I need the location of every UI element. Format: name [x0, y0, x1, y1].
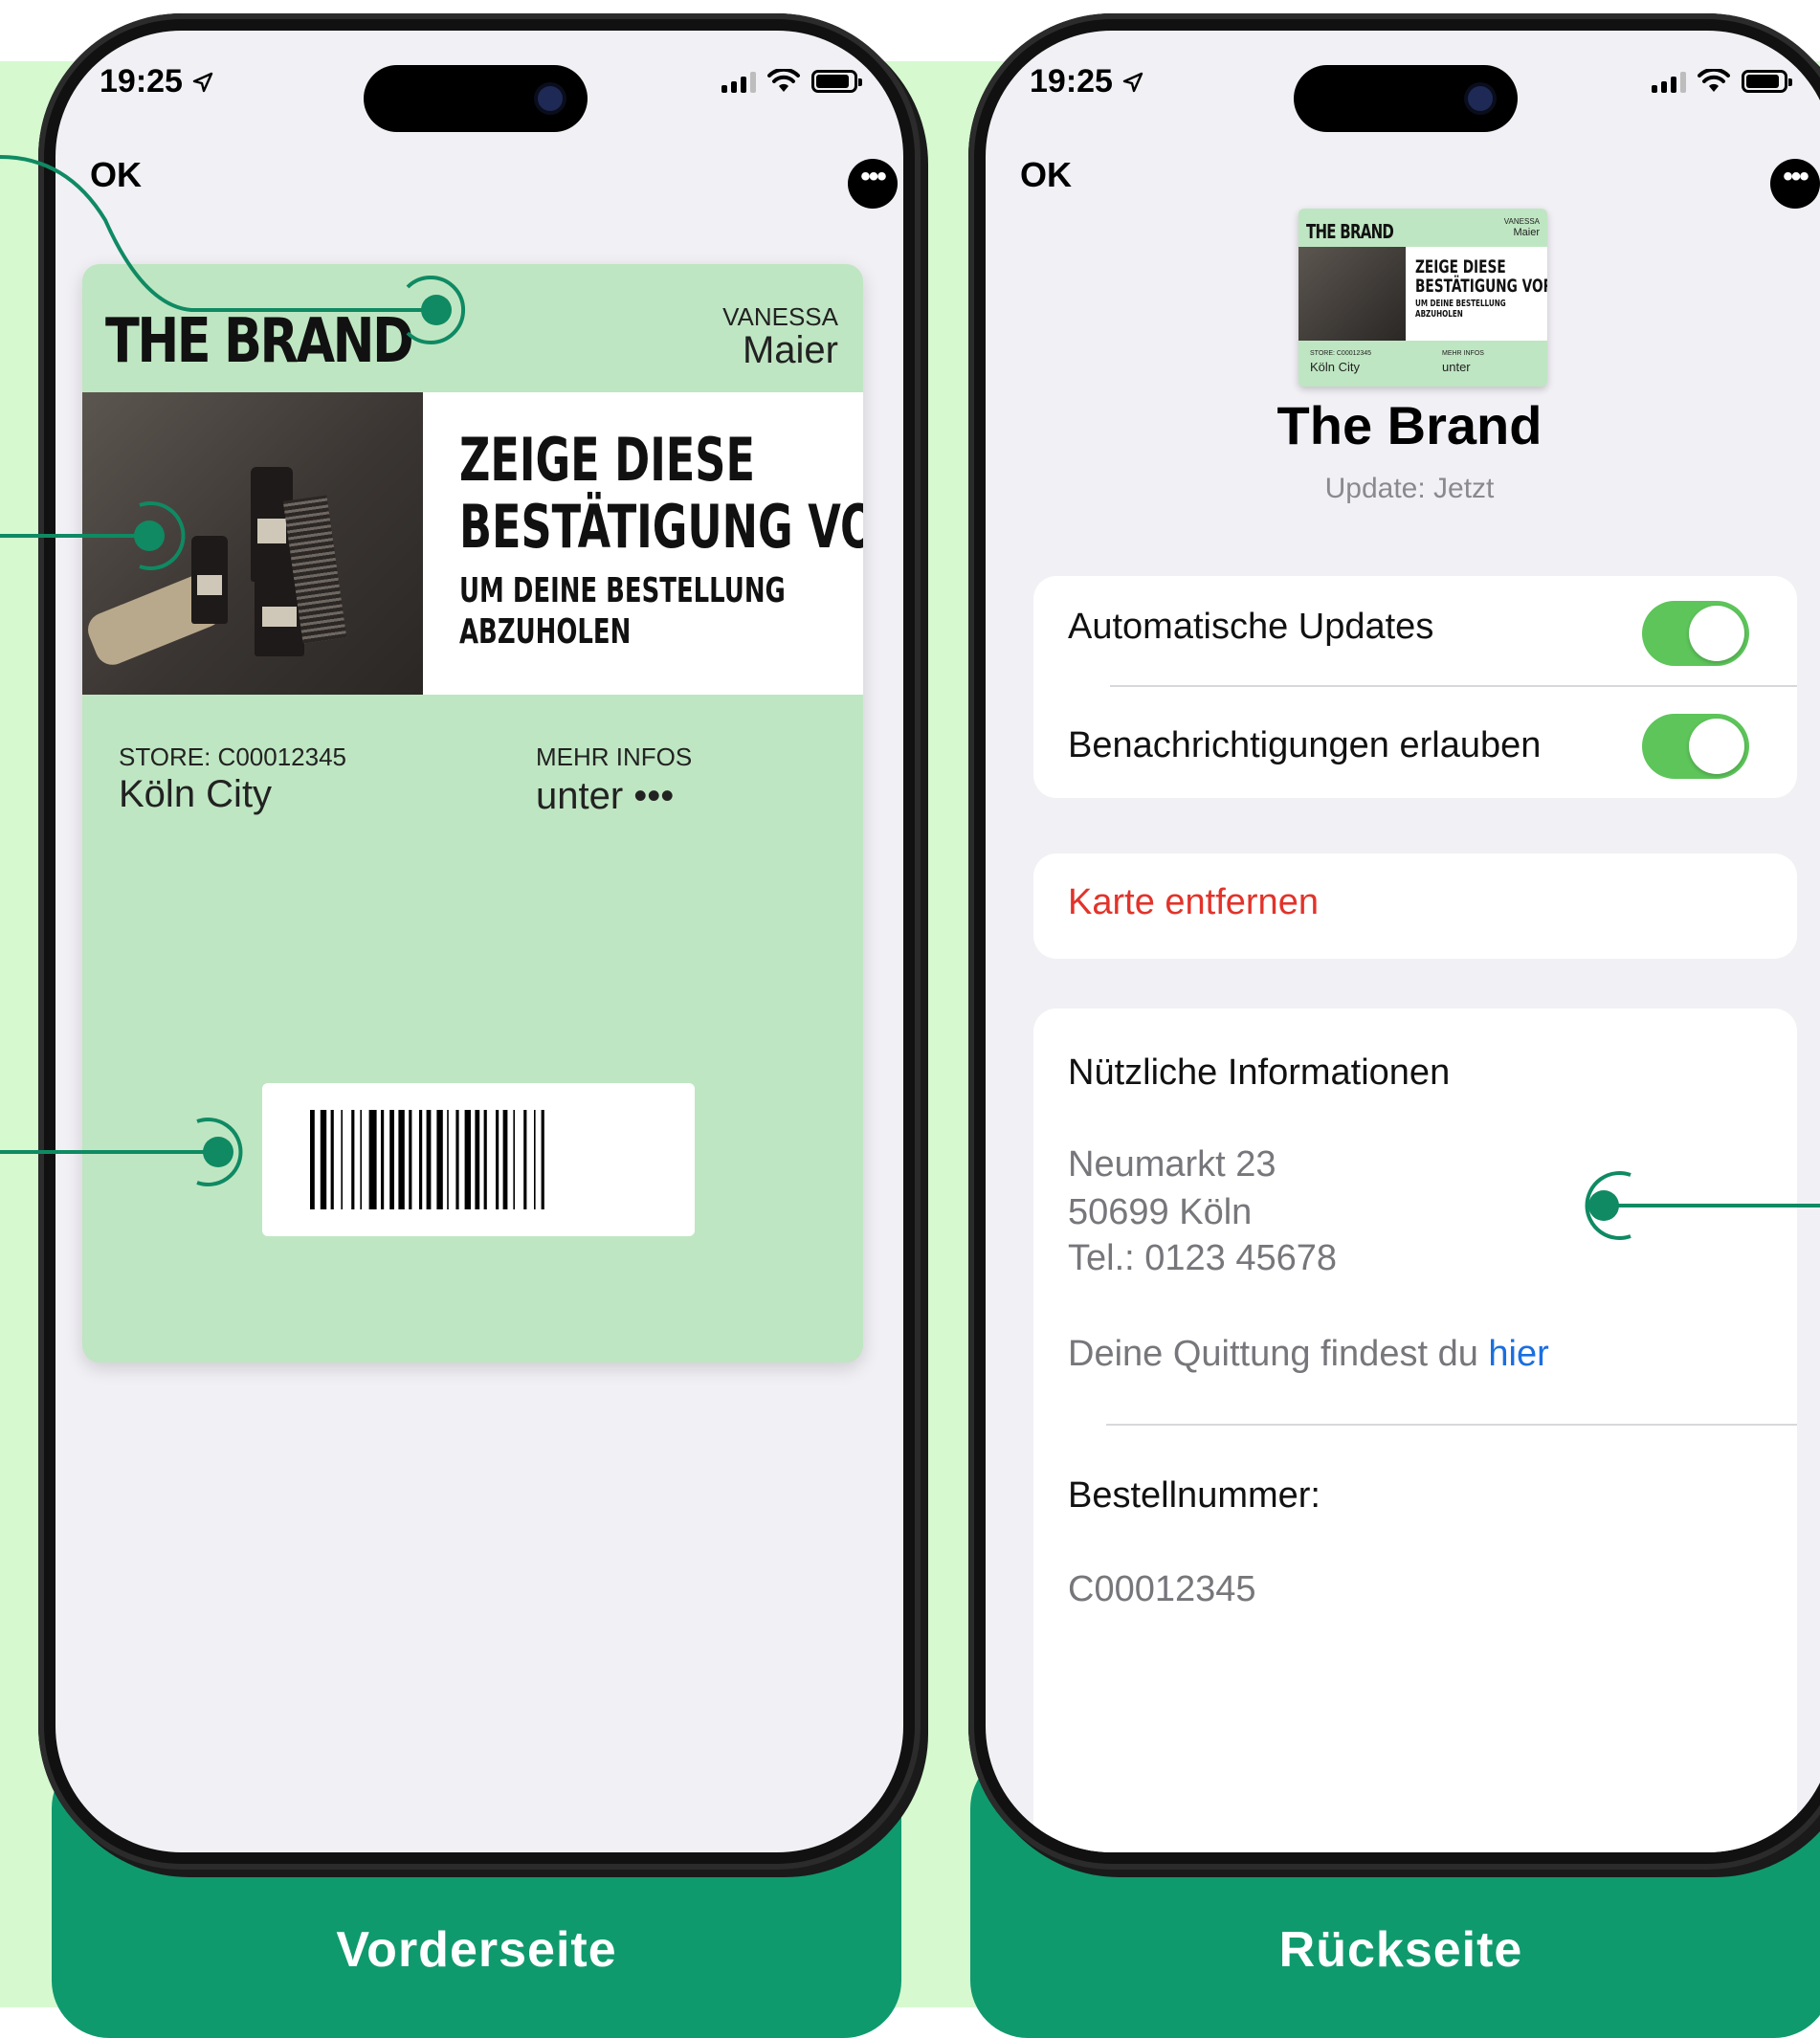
product-photo — [82, 392, 423, 695]
wallet-pass-front[interactable]: THE BRAND VANESSA Maier ZEIGE DIESE BEST… — [82, 264, 863, 1362]
phone-back: 19:25 OK ••• THE BRAND VANESSA Maier ZEIG… — [968, 13, 1820, 1870]
ok-button[interactable]: OK — [1020, 155, 1072, 195]
store-label: STORE: C00012345 — [119, 742, 346, 771]
camera-icon — [1468, 86, 1493, 111]
brand-logo: THE BRAND — [105, 306, 414, 377]
address-line-2: 50699 Köln — [1068, 1192, 1253, 1232]
order-number: C00012345 — [1068, 1569, 1256, 1609]
divider — [1110, 685, 1797, 687]
location-arrow-icon — [1123, 72, 1143, 93]
barcode-bar — [341, 1110, 343, 1209]
thumbnail-photo — [1298, 247, 1406, 341]
barcode-bar — [541, 1110, 544, 1209]
pass-title: The Brand — [1276, 395, 1543, 455]
barcode-bar — [368, 1110, 377, 1209]
receipt-link[interactable]: hier — [1488, 1334, 1548, 1374]
barcode — [262, 1083, 695, 1236]
barcode-bar — [389, 1110, 394, 1209]
thumbnail-name: VANESSA Maier — [1503, 217, 1540, 238]
thumbnail-headline: ZEIGE DIESE BESTÄTIGUNG VOR UM DEINE BES… — [1415, 256, 1547, 321]
address-line-1: Neumarkt 23 — [1068, 1144, 1276, 1185]
phone-number[interactable]: Tel.: 0123 45678 — [1068, 1238, 1337, 1279]
update-status: Update: Jetzt — [1324, 473, 1495, 504]
barcode-bar — [409, 1110, 412, 1209]
order-heading: Bestellnummer: — [1068, 1475, 1321, 1516]
notifications-toggle[interactable] — [1642, 714, 1749, 779]
ellipsis-circle-icon[interactable]: ••• — [1770, 159, 1820, 209]
barcode-bar — [513, 1110, 515, 1209]
info-group: Nützliche Informationen Neumarkt 23 5069… — [1033, 1008, 1797, 1852]
barcode-bar — [523, 1110, 527, 1209]
thumbnail-brand-logo: THE BRAND — [1306, 220, 1394, 243]
phone-front: 19:25 OK ••• THE BRAND VANESSA Maier ZEI… — [38, 13, 921, 1870]
wifi-icon — [1698, 69, 1730, 92]
name-label: VANESSA — [722, 302, 838, 331]
thumbnail-store-value: Köln City — [1310, 360, 1361, 374]
pass-thumbnail: THE BRAND VANESSA Maier ZEIGE DIESE BESTÄ… — [1298, 209, 1547, 387]
status-time: 19:25 — [100, 63, 214, 100]
pass-headline: ZEIGE DIESE BESTÄTIGUNG VOR UM DEINE BES… — [459, 425, 863, 653]
status-icons — [1652, 69, 1792, 94]
name-value: Maier — [742, 329, 838, 371]
phone-screen: 19:25 OK ••• THE BRAND VANESSA Maier ZEI… — [55, 31, 903, 1852]
barcode-icon — [310, 1110, 544, 1209]
barcode-bar — [447, 1110, 449, 1209]
signal-icon — [1652, 70, 1686, 93]
barcode-bar — [534, 1110, 536, 1209]
barcode-bar — [360, 1110, 362, 1209]
settings-group: Automatische Updates Benachrichtigungen … — [1033, 576, 1797, 798]
remove-card-group: Karte entfernen — [1033, 853, 1797, 959]
phone-screen: 19:25 OK ••• THE BRAND VANESSA Maier ZEIG… — [986, 31, 1820, 1852]
ellipsis-circle-icon[interactable]: ••• — [848, 159, 898, 209]
barcode-bar — [464, 1110, 471, 1209]
status-icons — [721, 69, 862, 94]
back-label: Rückseite — [1278, 1922, 1523, 1978]
thumbnail-headline-panel: ZEIGE DIESE BESTÄTIGUNG VOR UM DEINE BES… — [1406, 247, 1547, 341]
wifi-icon — [767, 69, 800, 92]
barcode-bar — [398, 1110, 405, 1209]
barcode-bar — [483, 1110, 487, 1209]
thumbnail-info-label: MEHR INFOS — [1442, 350, 1484, 357]
battery-icon — [811, 70, 862, 93]
headline-panel: ZEIGE DIESE BESTÄTIGUNG VOR UM DEINE BES… — [423, 392, 863, 695]
thumbnail-store-label: STORE: C00012345 — [1310, 350, 1372, 357]
auto-updates-label: Automatische Updates — [1068, 607, 1434, 647]
divider — [1106, 1424, 1797, 1426]
barcode-bar — [475, 1110, 480, 1209]
barcode-bar — [426, 1110, 432, 1209]
camera-icon — [538, 86, 563, 111]
dynamic-island — [364, 65, 588, 132]
remove-card-button[interactable]: Karte entfernen — [1068, 882, 1319, 923]
info-value[interactable]: unter ••• — [536, 775, 674, 818]
barcode-bar — [310, 1110, 315, 1209]
ok-button[interactable]: OK — [90, 155, 142, 195]
notifications-label: Benachrichtigungen erlauben — [1068, 725, 1542, 765]
barcode-bar — [502, 1110, 508, 1209]
dynamic-island — [1294, 65, 1518, 132]
signal-icon — [721, 70, 756, 93]
battery-icon — [1742, 70, 1792, 93]
barcode-bar — [496, 1110, 499, 1209]
info-heading: Nützliche Informationen — [1068, 1052, 1451, 1093]
barcode-bar — [330, 1110, 334, 1209]
status-time: 19:25 — [1030, 63, 1144, 100]
barcode-bar — [436, 1110, 443, 1209]
barcode-bar — [381, 1110, 385, 1209]
bottle — [191, 536, 228, 624]
info-label: MEHR INFOS — [536, 742, 693, 771]
barcode-bar — [455, 1110, 459, 1209]
location-arrow-icon — [193, 72, 213, 93]
auto-updates-toggle[interactable] — [1642, 601, 1749, 666]
front-label: Vorderseite — [336, 1922, 617, 1978]
store-value: Köln City — [119, 773, 273, 815]
barcode-bar — [351, 1110, 355, 1209]
thumbnail-info-value: unter — [1442, 360, 1471, 374]
receipt-text: Deine Quittung findest du hier — [1068, 1334, 1549, 1374]
barcode-bar — [419, 1110, 423, 1209]
barcode-bar — [320, 1110, 327, 1209]
